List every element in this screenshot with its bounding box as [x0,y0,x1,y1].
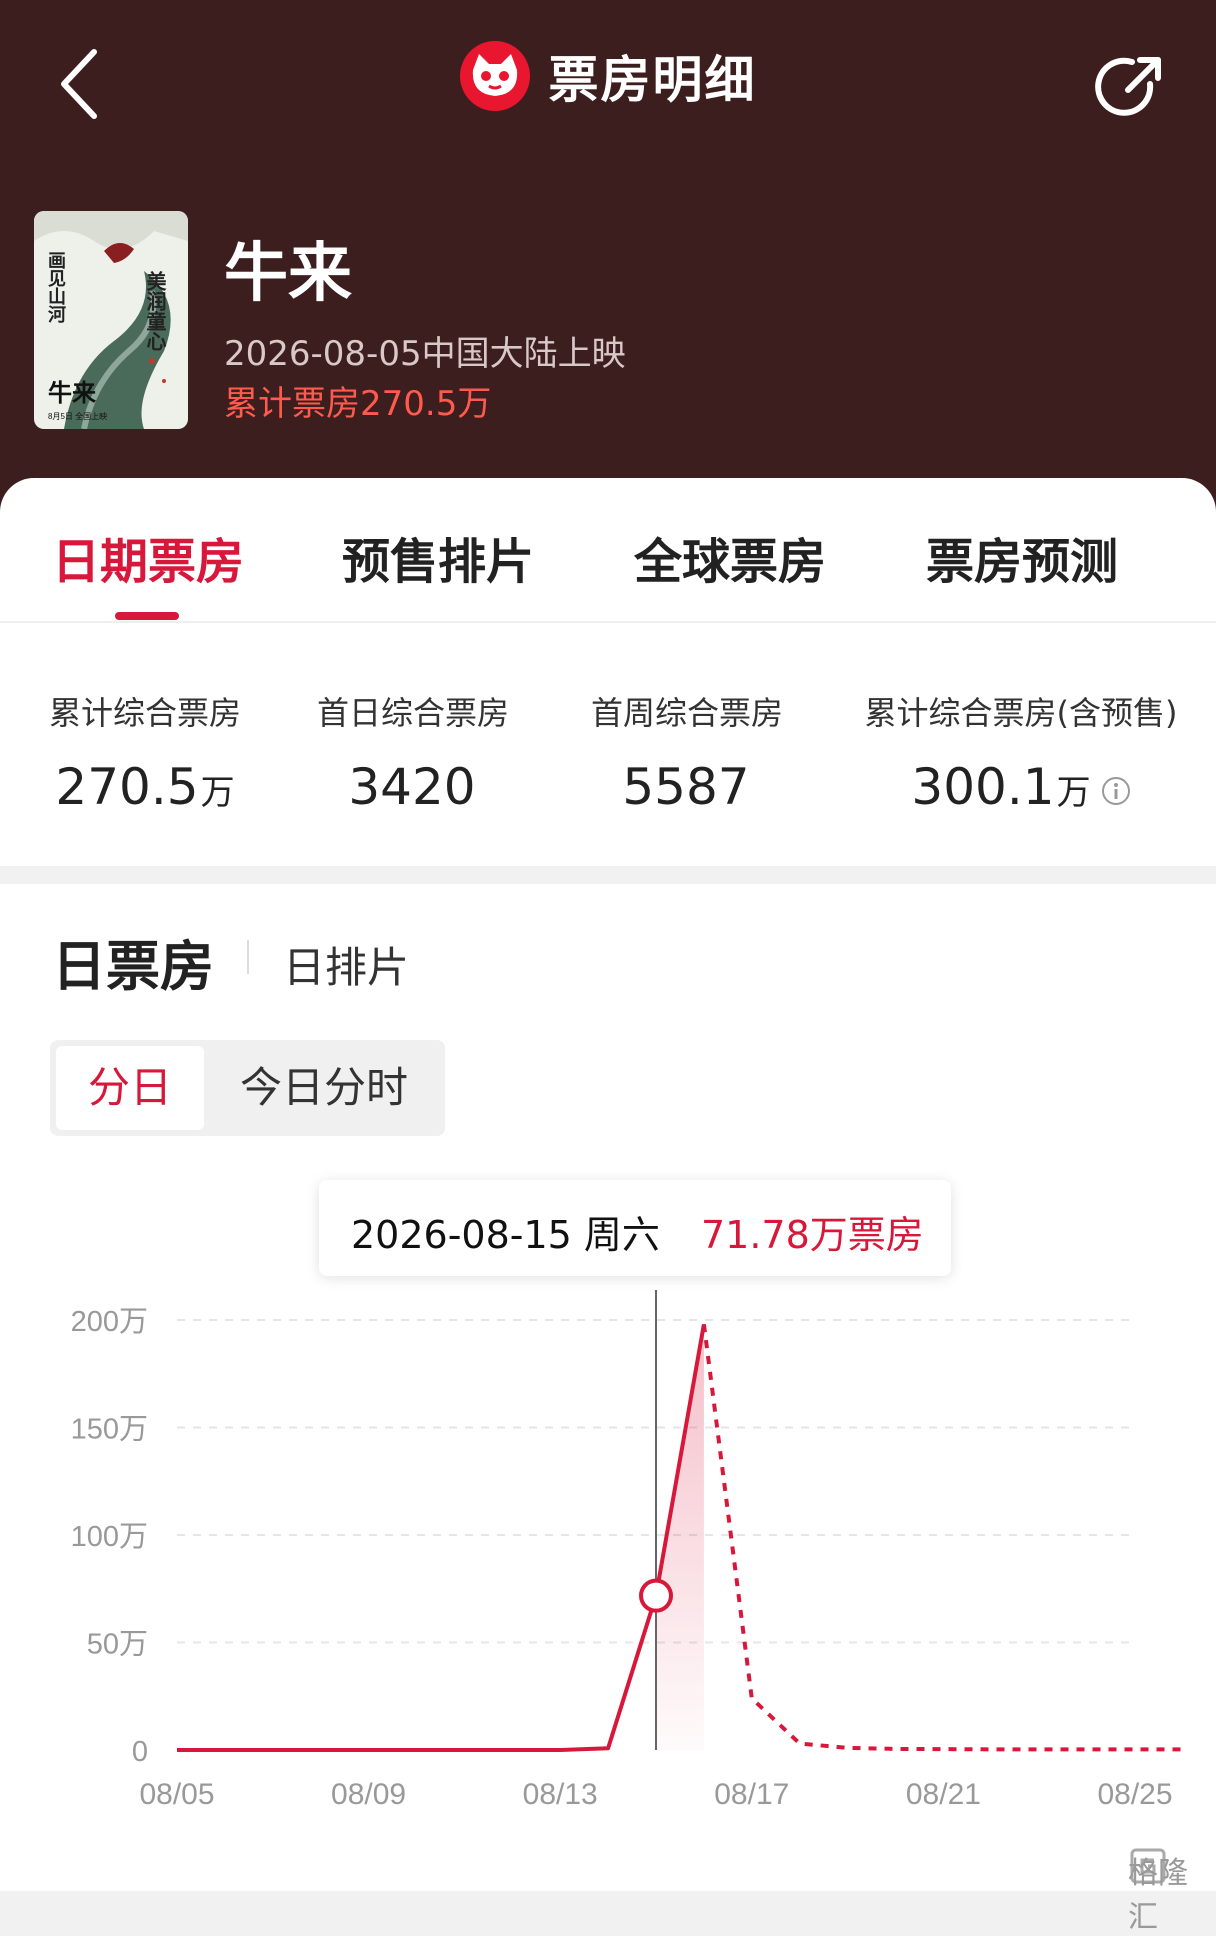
page-title: 票房明细 [548,51,757,109]
view-toggle: 分日 今日分时 [50,1040,445,1136]
nav-bar: 票房明细 [0,40,1216,112]
x-tick-label: 08/09 [331,1778,406,1811]
info-icon[interactable] [1101,776,1131,806]
share-icon[interactable] [1092,50,1168,126]
actual-line [177,1323,706,1752]
stat-value: 5587 [542,758,832,816]
x-tick-label: 08/25 [1097,1778,1172,1811]
poster-date: 8月5日 全国上映 [48,411,107,421]
poster-tagline-1: 美润童心 [143,270,166,351]
active-tab-indicator [115,612,179,620]
x-tick-label: 08/05 [139,1778,214,1811]
stat-label: 累计综合票房 [48,694,241,732]
y-tick-label: 200万 [71,1306,148,1338]
tab-date-box-office[interactable]: 日期票房 [52,522,244,592]
highlight-area [656,1324,704,1750]
poster-title: 牛来 [48,379,97,407]
toggle-by-day[interactable]: 分日 [56,1046,204,1130]
x-tick-label: 08/13 [523,1778,598,1811]
stat-number: 5587 [622,758,750,816]
tab-global-box-office[interactable]: 全球票房 [634,522,826,592]
tooltip-value: 71.78万票房 [701,1213,924,1257]
stat-value: 3420 [268,758,558,816]
section-tab-daily-schedule[interactable]: 日排片 [283,934,409,995]
tooltip-date: 2026-08-15 周六 [351,1213,660,1257]
tab-presale-schedule[interactable]: 预售排片 [342,522,534,592]
section-title-daily-box-office[interactable]: 日票房 [52,922,214,1001]
movie-title: 牛来 [224,236,352,311]
poster-tagline-2: 画见山河 [46,251,66,323]
y-tick-label: 100万 [71,1521,148,1553]
cat-logo-icon [460,41,531,111]
daily-box-office-chart[interactable]: 0 50万 100万 150万 200万 08/05 08/09 08/13 08/17 08/2… [0,1290,1216,1830]
y-tick-label: 50万 [87,1629,148,1661]
stat-label: 累计综合票房(含预售) [864,694,1178,732]
watermark-text: 格隆汇 [1128,1856,1188,1935]
stat-cumulative-presale: 累计综合票房(含预售) 300.1万 [856,688,1186,816]
stat-unit: 万 [200,773,235,813]
stat-first-week: 首周综合票房 5587 [542,688,832,816]
stat-unit: 万 [1056,773,1091,813]
summary-card: 日期票房 预售排片 全球票房 票房预测 累计综合票房 270.5万 首日综合票房… [0,478,1216,866]
x-tick-label: 08/17 [714,1778,789,1811]
y-tick-label: 0 [132,1736,148,1768]
stat-value: 300.1万 [856,758,1186,816]
stat-cumulative: 累计综合票房 270.5万 [0,688,290,816]
movie-poster[interactable]: 美润童心 画见山河 牛来 8月5日 全国上映 [34,211,188,429]
stat-label: 首周综合票房 [590,694,783,732]
movie-total-box-office: 累计票房270.5万 [224,384,492,424]
stat-number: 300.1 [911,758,1055,816]
highlight-point [639,1578,673,1613]
forecast-line [701,1324,1183,1752]
tab-box-office-forecast[interactable]: 票房预测 [926,522,1118,592]
stat-number: 270.5 [55,758,199,816]
stat-value: 270.5万 [0,758,290,816]
section-divider [247,940,249,974]
chart-tooltip: 2026-08-15 周六 71.78万票房 [319,1180,951,1276]
movie-release-date: 2026-08-05中国大陆上映 [224,334,626,374]
stat-number: 3420 [348,758,476,816]
toggle-hourly-today[interactable]: 今日分时 [240,1046,408,1130]
tab-divider [0,621,1216,623]
y-tick-label: 150万 [71,1414,148,1446]
stat-first-day: 首日综合票房 3420 [268,688,558,816]
stat-label: 首日综合票房 [316,694,509,732]
x-tick-label: 08/21 [906,1778,981,1811]
